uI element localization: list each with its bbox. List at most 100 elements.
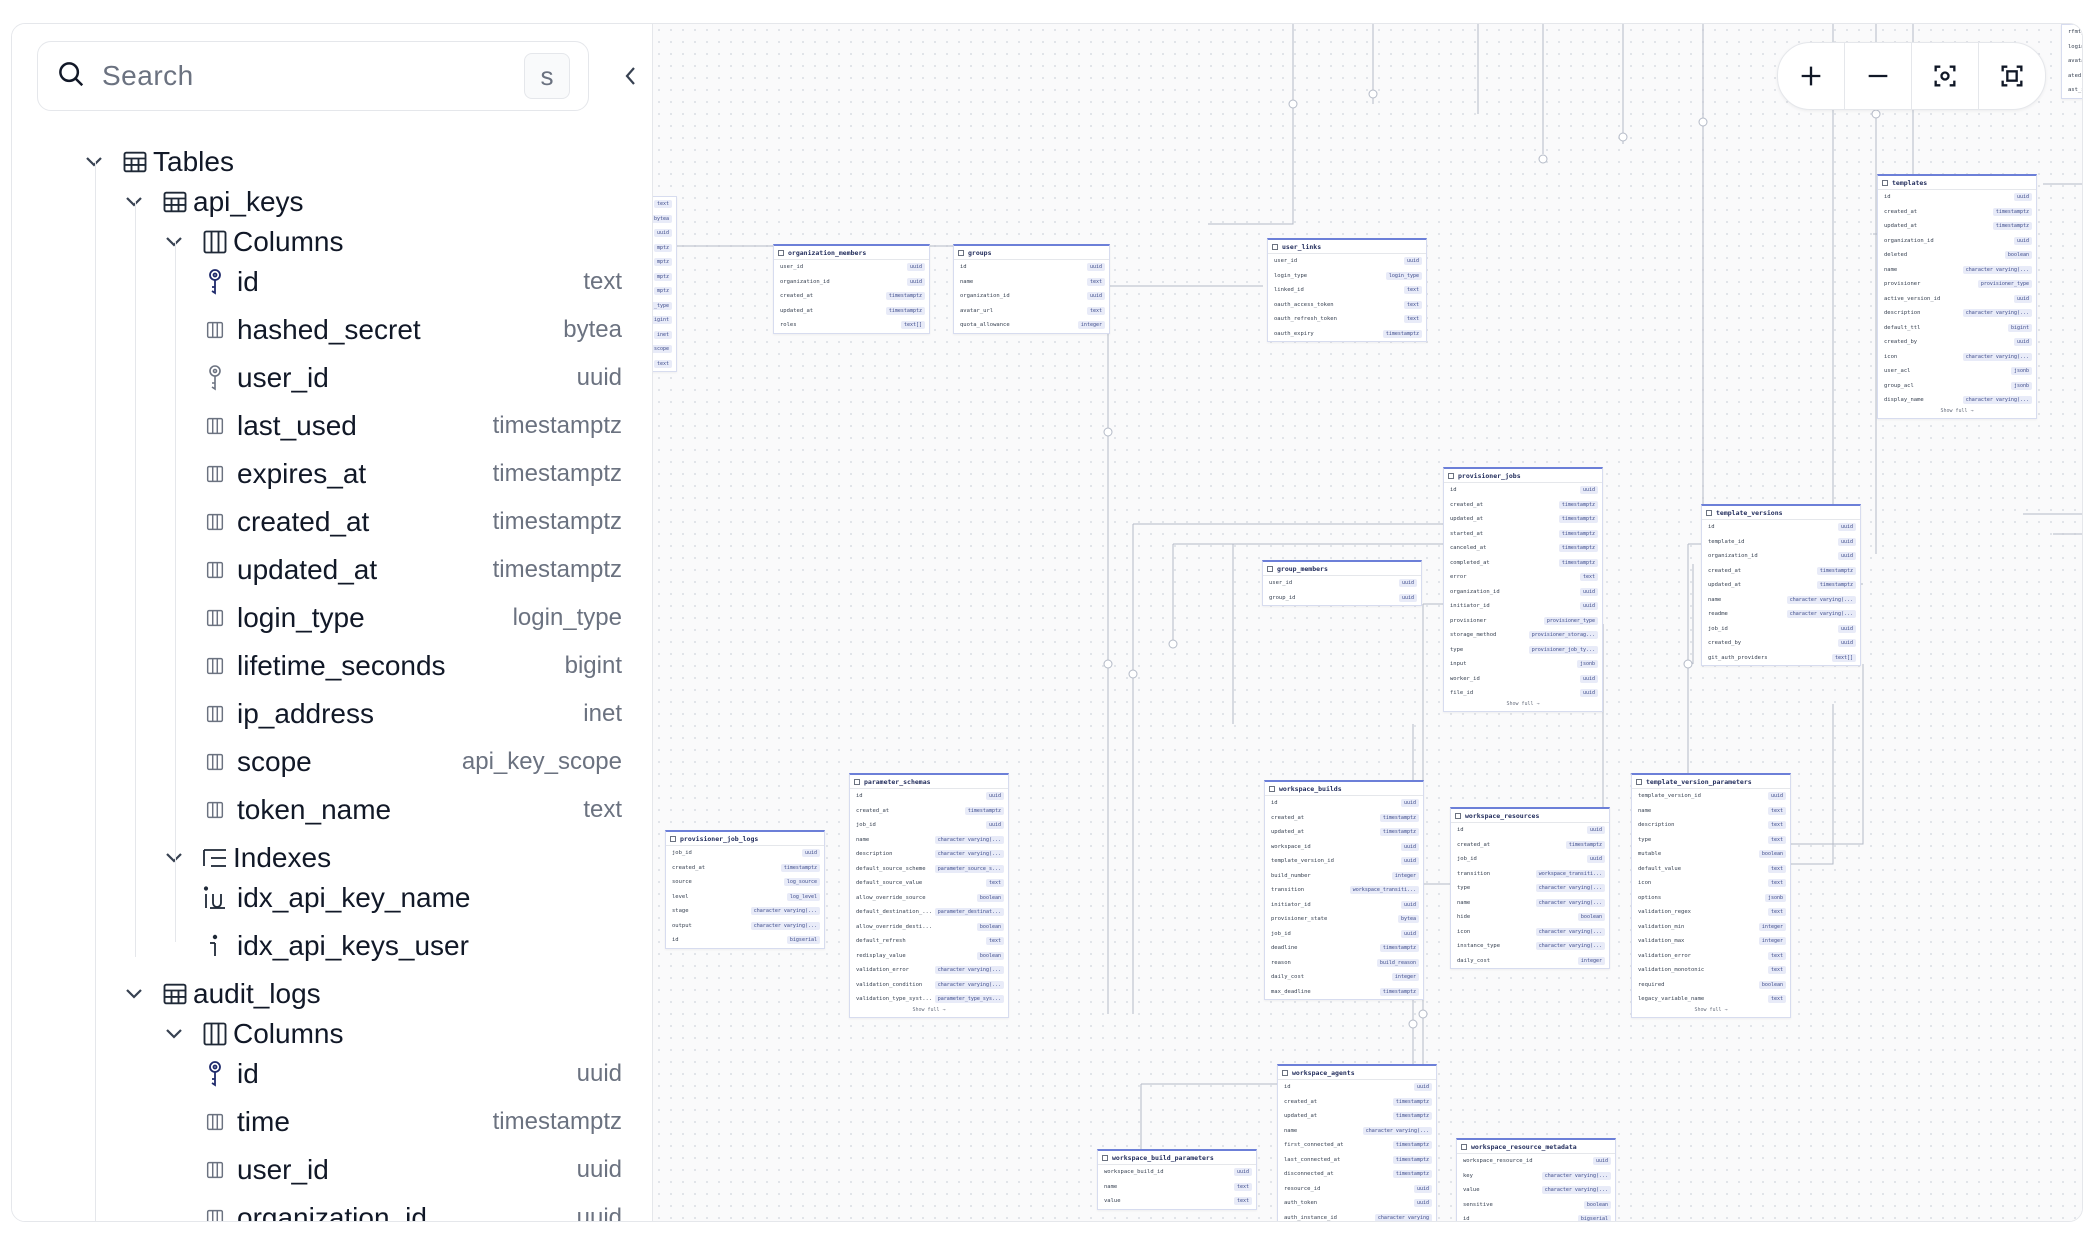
- column-icon: [200, 1203, 230, 1221]
- tree-column-updated-at[interactable]: updated_at timestamptz: [12, 550, 622, 590]
- erd-table-parameter-schemas[interactable]: parameter_schemas id uuid created_at timesta…: [849, 773, 1009, 1018]
- table-icon: [1282, 1069, 1288, 1076]
- erd-table-workspace-build-parameters[interactable]: workspace_build_parameters workspace_buil…: [1097, 1149, 1257, 1210]
- column-type: bigint: [564, 652, 622, 679]
- erd-table-provisioner-job-logs[interactable]: provisioner_job_logs job_id uuid created_at…: [665, 830, 825, 949]
- erd-table-workspace-resources[interactable]: workspace_resources id uuid created_at times…: [1450, 807, 1610, 969]
- edge-handle: [1418, 1009, 1428, 1019]
- show-full-link[interactable]: Show full →: [850, 1007, 1008, 1017]
- erd-column-row: name text: [1098, 1180, 1256, 1195]
- show-full-link[interactable]: Show full →: [1632, 1007, 1790, 1017]
- tree-column-last-used[interactable]: last_used timestamptz: [12, 406, 622, 446]
- columns-icon: [200, 1019, 230, 1049]
- tree-column-organization-id[interactable]: organization_id uuid: [12, 1198, 622, 1221]
- show-full-link[interactable]: Show full →: [1444, 701, 1602, 711]
- erd-column-type: uuid: [1400, 857, 1419, 866]
- tree-column-ip-address[interactable]: ip_address inet: [12, 694, 622, 734]
- search-box[interactable]: Search s: [37, 41, 589, 111]
- tree-index-idx-api-keys-user[interactable]: idx_api_keys_user: [12, 926, 622, 966]
- table-icon: [854, 778, 860, 785]
- chevron-down-icon[interactable]: [162, 230, 186, 254]
- zoom-in-button[interactable]: [1778, 43, 1844, 109]
- search-input[interactable]: Search: [102, 60, 524, 92]
- tree-column-id[interactable]: id uuid: [12, 1054, 622, 1094]
- erd-column-type: uuid: [1400, 799, 1419, 808]
- diagram-canvas[interactable]: text bytea uuid mptz mptz mptz mptz _type igint i…: [653, 24, 2082, 1221]
- tree-table-api_keys[interactable]: api_keys: [12, 182, 622, 222]
- erd-table-workspace-resource-metadata[interactable]: workspace_resource_metadata workspace_res…: [1456, 1138, 1616, 1221]
- erd-table-template-versions[interactable]: template_versions id uuid template_id uuid or…: [1701, 504, 1861, 666]
- erd-column-name: job_id: [672, 850, 692, 857]
- erd-table-workspace-builds[interactable]: workspace_builds id uuid created_at timestam…: [1264, 780, 1424, 1000]
- erd-column-name: icon: [1638, 880, 1652, 887]
- erd-column-name: canceled_at: [1450, 545, 1487, 552]
- collapse-sidebar-button[interactable]: [617, 62, 645, 90]
- tree-column-user-id[interactable]: user_id uuid: [12, 1150, 622, 1190]
- erd-column-name: organization_id: [960, 293, 1010, 300]
- chevron-down-icon[interactable]: [82, 150, 106, 174]
- erd-column-type: uuid: [1413, 1184, 1432, 1193]
- erd-column-row: daily_cost integer: [1265, 970, 1423, 985]
- chevron-down-icon[interactable]: [122, 982, 146, 1006]
- erd-column-type: uuid: [1837, 523, 1856, 532]
- erd-column-type: text: [1767, 821, 1786, 830]
- erd-column-type: boolean: [1758, 850, 1786, 859]
- erd-table-template-version-parameters[interactable]: template_version_parameters template_vers…: [1631, 773, 1791, 1018]
- tree-column-lifetime-seconds[interactable]: lifetime_seconds bigint: [12, 646, 622, 686]
- chevron-down-icon[interactable]: [122, 190, 146, 214]
- erd-table-name: groups: [968, 248, 992, 257]
- erd-column-name: reason: [1271, 959, 1291, 966]
- tree-guide-line: [175, 242, 176, 942]
- erd-column-name: user_acl: [1884, 368, 1911, 375]
- erd-column-type: timestamptz: [780, 863, 820, 872]
- erd-column-name: validation_error: [856, 967, 909, 974]
- erd-table-user-links[interactable]: user_links user_id uuid login_type login_typ…: [1267, 238, 1427, 342]
- show-full-link[interactable]: Show full →: [1878, 408, 2036, 418]
- erd-column-name: level: [672, 893, 689, 900]
- fit-view-button[interactable]: [1978, 43, 2045, 109]
- table-icon: [670, 835, 676, 842]
- erd-column-name: updated_at: [1450, 516, 1484, 523]
- tree-indexes-group[interactable]: Indexes: [12, 838, 622, 878]
- tree-column-user-id[interactable]: user_id uuid: [12, 358, 622, 398]
- tree-column-created-at[interactable]: created_at timestamptz: [12, 502, 622, 542]
- erd-table-organization-members[interactable]: organization_members user_id uuid organizat…: [773, 244, 930, 334]
- erd-table-provisioner-jobs[interactable]: provisioner_jobs id uuid created_at timestam…: [1443, 467, 1603, 712]
- tree-columns-group[interactable]: Columns: [12, 222, 622, 262]
- erd-column-type: bigserial: [1577, 1215, 1611, 1221]
- tree-column-scope[interactable]: scope api_key_scope: [12, 742, 622, 782]
- tree-column-id[interactable]: id text: [12, 262, 622, 302]
- erd-column-name: started_at: [1450, 530, 1484, 537]
- tree-column-token-name[interactable]: token_name text: [12, 790, 622, 830]
- tree-table-audit_logs[interactable]: audit_logs: [12, 974, 622, 1014]
- chevron-down-icon[interactable]: [162, 846, 186, 870]
- column-type: timestamptz: [492, 460, 622, 487]
- tree-index-idx-api-key-name[interactable]: idx_api_key_name: [12, 878, 622, 918]
- edge-handle: [1103, 659, 1113, 669]
- erd-column-type: build_reason: [1376, 958, 1419, 967]
- erd-column-row: daily_cost integer: [1451, 954, 1609, 969]
- focus-button[interactable]: [1911, 43, 1978, 109]
- erd-table-partial-topright[interactable]: rfmt_ro login_ty avatar_ated ast_see: [2061, 24, 2082, 99]
- tree-column-expires-at[interactable]: expires_at timestamptz: [12, 454, 622, 494]
- tree-column-login-type[interactable]: login_type login_type: [12, 598, 622, 638]
- erd-table-group-members[interactable]: group_members user_id uuid group_id uuid: [1262, 560, 1422, 606]
- tree-column-time[interactable]: time timestamptz: [12, 1102, 622, 1142]
- tree-columns-group[interactable]: Columns: [12, 1014, 622, 1054]
- erd-table-workspace-agents[interactable]: workspace_agents id uuid created_at timestam…: [1277, 1064, 1437, 1221]
- tree-column-hashed-secret[interactable]: hashed_secret bytea: [12, 310, 622, 350]
- column-icon: [200, 1107, 230, 1137]
- erd-column-row: template_version_id uuid: [1265, 854, 1423, 869]
- tree-tables-group[interactable]: Tables: [12, 142, 622, 182]
- erd-table-groups[interactable]: groups id uuid name text organization_id uuid a…: [953, 244, 1110, 334]
- erd-column-type: character varying(...: [934, 850, 1004, 859]
- chevron-down-icon[interactable]: [162, 1022, 186, 1046]
- erd-table-partial-left[interactable]: text bytea uuid mptz mptz mptz mptz _type igint i…: [653, 196, 677, 372]
- erd-table-templates[interactable]: templates id uuid created_at timestamptz upda…: [1877, 174, 2037, 419]
- column-type: text: [583, 268, 622, 295]
- erd-column-name: stage: [672, 908, 689, 915]
- zoom-out-button[interactable]: [1844, 43, 1911, 109]
- erd-column-row: initiator_id uuid: [1444, 599, 1602, 614]
- erd-column-row: required boolean: [1632, 978, 1790, 993]
- erd-column-row: mptz: [653, 255, 676, 270]
